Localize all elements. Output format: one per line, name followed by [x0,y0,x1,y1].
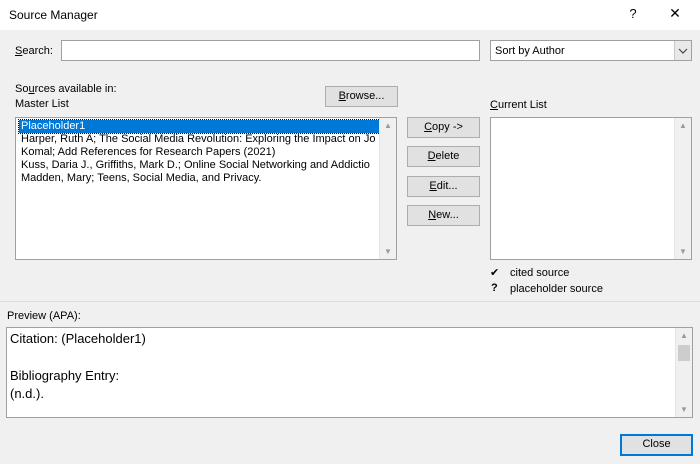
copy-button[interactable]: Copy -> [407,117,480,138]
delete-accel: D [427,150,436,162]
master-list-scrollbar[interactable]: ▲ ▼ [379,118,396,259]
window-title: Source Manager [9,8,98,22]
edit-accel: E [429,180,437,192]
new-button[interactable]: New... [407,205,480,226]
scroll-up-icon[interactable]: ▲ [675,118,691,133]
edit-label: dit... [436,180,458,192]
sources-label-pre: So [15,83,29,95]
master-list[interactable]: Placeholder1 Harper, Ruth A; The Social … [15,117,397,260]
help-button[interactable]: ? [626,6,640,21]
title-bar [0,0,700,30]
search-label-text: earch: [22,45,53,57]
preview-bibliography-heading: Bibliography Entry: [10,368,120,383]
list-item[interactable]: Placeholder1 [18,119,381,134]
current-list-scrollbar[interactable]: ▲ ▼ [674,118,691,259]
question-mark-icon: ? [491,282,498,294]
copy-accel: C [424,121,433,133]
new-accel: N [428,209,437,221]
preview-label: Preview (APA): [7,310,81,322]
current-list-label: Current List [490,99,547,111]
new-label: ew... [436,209,459,221]
list-item[interactable]: Harper, Ruth A; The Social Media Revolut… [19,133,380,146]
master-list-label: Master List [15,98,69,110]
delete-label: elete [435,150,460,162]
scroll-down-icon[interactable]: ▼ [676,402,692,417]
list-item[interactable]: Komal; Add References for Research Paper… [19,146,380,159]
sources-available-label: Sources available in: [15,83,117,95]
scroll-down-icon[interactable]: ▼ [380,244,396,259]
browse-button[interactable]: Browse... [325,86,398,107]
search-input[interactable] [61,40,480,61]
scroll-down-icon[interactable]: ▼ [675,244,691,259]
preview-pane[interactable]: Citation: (Placeholder1) Bibliography En… [6,327,693,418]
scroll-up-icon[interactable]: ▲ [380,118,396,133]
scroll-up-icon[interactable]: ▲ [676,328,692,343]
copy-label: opy -> [432,121,463,133]
cited-source-label: cited source [510,267,570,279]
preview-scrollbar[interactable]: ▲ ▼ [675,328,692,417]
delete-button[interactable]: Delete [407,146,480,167]
checkmark-icon: ✔ [490,267,500,279]
browse-label: rowse... [345,90,385,102]
browse-accel: B [338,90,346,102]
window-close-button[interactable]: ✕ [667,5,683,22]
edit-button[interactable]: Edit... [407,176,480,197]
search-label: Search: [15,45,53,57]
close-button[interactable]: Close [620,434,693,456]
preview-citation: Citation: (Placeholder1) [10,331,146,346]
preview-bibliography-value: (n.d.). [10,386,44,401]
list-item[interactable]: Madden, Mary; Teens, Social Media, and P… [19,172,380,185]
placeholder-source-label: placeholder source [510,283,603,295]
current-list-accel: C [490,99,498,111]
current-list-text: urrent List [497,99,547,111]
chevron-down-icon[interactable] [674,41,691,60]
current-list[interactable]: ▲ ▼ [490,117,692,260]
sources-label-post: rces available in: [34,83,117,95]
divider [0,301,700,302]
sort-dropdown-value: Sort by Author [495,45,565,57]
list-item[interactable]: Kuss, Daria J., Griffiths, Mark D.; Onli… [19,159,380,172]
sort-dropdown[interactable]: Sort by Author [490,40,692,61]
scroll-thumb[interactable] [678,345,690,361]
